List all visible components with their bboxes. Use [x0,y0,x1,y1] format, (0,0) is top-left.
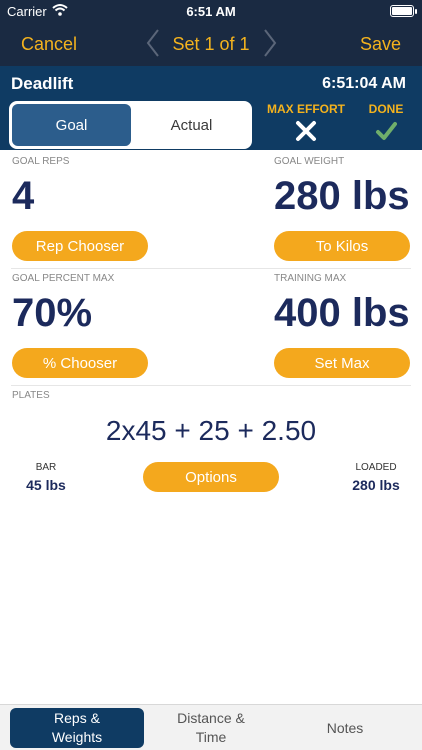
tab-reps-weights-line2: Weights [51,729,103,745]
tab-bar: Reps & Weights Distance & Time Notes [0,704,422,750]
rep-chooser-button[interactable]: Rep Chooser [12,231,148,261]
goal-weight-value: 280 lbs [274,174,410,218]
max-effort-toggle[interactable]: MAX EFFORT [260,102,352,142]
exercise-header: Deadlift 6:51:04 AM Goal Actual MAX EFFO… [0,66,422,150]
tab-distance-time[interactable]: Distance & Time [144,708,278,748]
exercise-name: Deadlift [11,74,74,93]
goal-reps-label: GOAL REPS [12,156,70,167]
status-time: 6:51 AM [186,4,236,19]
chevron-right-icon[interactable] [262,28,278,58]
plates-label: PLATES [12,390,50,401]
tab-notes[interactable]: Notes [278,708,412,748]
battery-icon [390,5,414,17]
divider [11,385,411,386]
loaded-label: LOADED [355,462,397,473]
loaded-value: 280 lbs [352,477,400,493]
plates-value: 2x45 + 25 + 2.50 [105,415,317,446]
nav-bar: Cancel Set 1 of 1 Save [0,22,422,66]
segment-goal[interactable]: Goal [12,104,131,146]
tab-distance-time-line2: Time [195,729,227,745]
options-button[interactable]: Options [143,462,279,492]
tab-reps-weights[interactable]: Reps & Weights [10,708,144,748]
tab-notes-label: Notes [326,719,364,736]
goal-actual-segmented-control: Goal Actual [9,101,252,149]
done-label: DONE [368,102,404,116]
header-time: 6:51:04 AM [322,75,406,92]
percent-chooser-button[interactable]: % Chooser [12,348,148,378]
max-effort-label: MAX EFFORT [267,102,345,116]
done-toggle[interactable]: DONE [362,102,410,142]
save-button[interactable]: Save [360,34,401,55]
set-title: Set 1 of 1 [172,34,250,54]
checkmark-icon [376,122,397,140]
divider [11,268,411,269]
close-icon [296,121,316,141]
bar-label: BAR [35,462,57,473]
bar-value: 45 lbs [26,477,66,493]
segment-actual[interactable]: Actual [133,104,250,146]
battery-nub [415,9,417,14]
set-max-button[interactable]: Set Max [274,348,410,378]
goal-weight-label: GOAL WEIGHT [274,156,345,167]
goal-percent-label: GOAL PERCENT MAX [12,273,115,284]
tab-distance-time-line1: Distance & [177,710,245,726]
training-max-value: 400 lbs [274,291,410,335]
training-max-label: TRAINING MAX [274,273,347,284]
tab-reps-weights-line1: Reps & [54,710,100,726]
to-kilos-button[interactable]: To Kilos [274,231,410,261]
goal-reps-value: 4 [12,174,35,218]
goal-percent-value: 70% [12,291,93,335]
status-bar: Carrier 6:51 AM [0,0,422,22]
